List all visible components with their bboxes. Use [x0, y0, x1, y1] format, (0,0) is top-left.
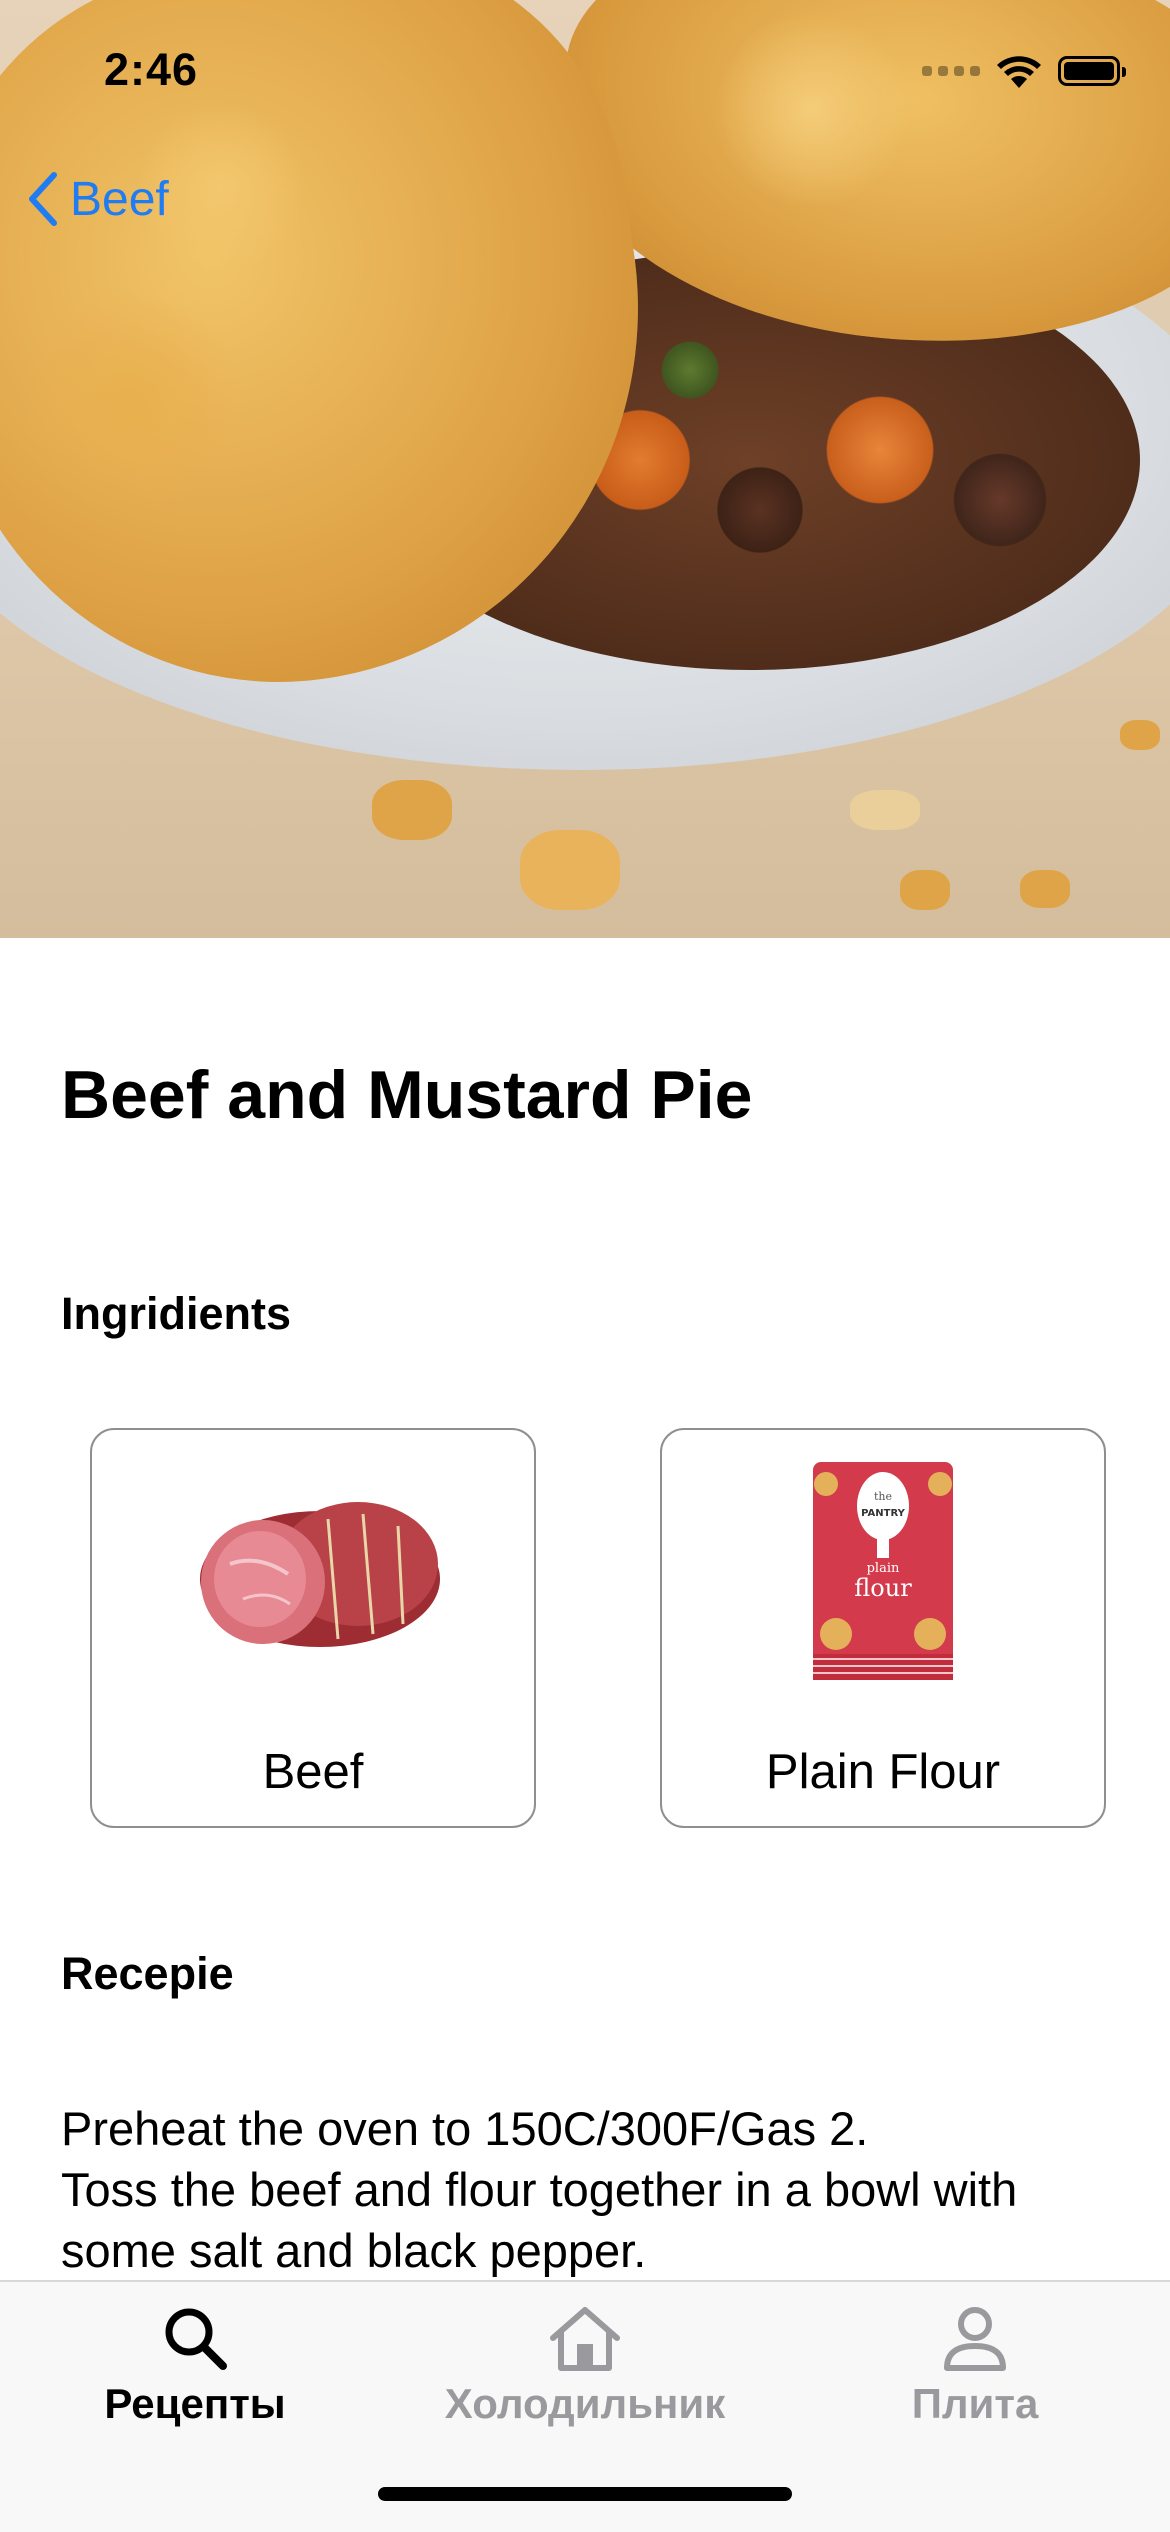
- ingredient-card-plain-flour[interactable]: the PANTRY plain flour Plain Flour: [660, 1428, 1106, 1828]
- flour-brand-line2: PANTRY: [861, 1508, 905, 1519]
- tab-stove[interactable]: Плита: [780, 2302, 1170, 2442]
- status-icons: [922, 54, 1126, 88]
- status-time: 2:46: [104, 44, 199, 95]
- cellular-signal-icon: [922, 66, 980, 76]
- flour-image: the PANTRY plain flour: [813, 1462, 953, 1680]
- ingredients-heading: Ingridients: [61, 1288, 292, 1339]
- tab-recipes[interactable]: Рецепты: [0, 2302, 390, 2442]
- chevron-left-icon: [29, 172, 57, 226]
- search-icon: [165, 2308, 227, 2370]
- house-icon: [550, 2307, 620, 2371]
- home-indicator[interactable]: [378, 2487, 792, 2501]
- recipe-title: Beef and Mustard Pie: [61, 1057, 753, 1133]
- tab-fridge[interactable]: Холодильник: [390, 2302, 780, 2442]
- tab-label: Холодильник: [444, 2380, 726, 2427]
- tab-label: Плита: [911, 2380, 1039, 2427]
- beef-image: [200, 1502, 440, 1647]
- ingredient-card-beef[interactable]: Beef: [90, 1428, 536, 1828]
- status-bar: 2:46: [0, 0, 1170, 140]
- person-icon: [944, 2307, 1006, 2371]
- recipe-heading: Recepie: [61, 1948, 234, 1999]
- back-button[interactable]: Beef: [26, 170, 169, 228]
- ingredient-name: Plain Flour: [765, 1745, 1001, 1799]
- flour-brand-line1: the: [874, 1490, 892, 1503]
- flour-product-line2: flour: [854, 1574, 912, 1602]
- tab-label: Рецепты: [104, 2380, 286, 2427]
- back-button-label: Beef: [70, 172, 169, 226]
- ingredient-name: Beef: [262, 1745, 364, 1799]
- recipe-instructions: Preheat the oven to 150C/300F/Gas 2. Tos…: [61, 2102, 1018, 2277]
- recipe-hero-image: [0, 0, 1170, 938]
- wifi-icon: [997, 56, 1041, 88]
- battery-icon: [1058, 56, 1126, 86]
